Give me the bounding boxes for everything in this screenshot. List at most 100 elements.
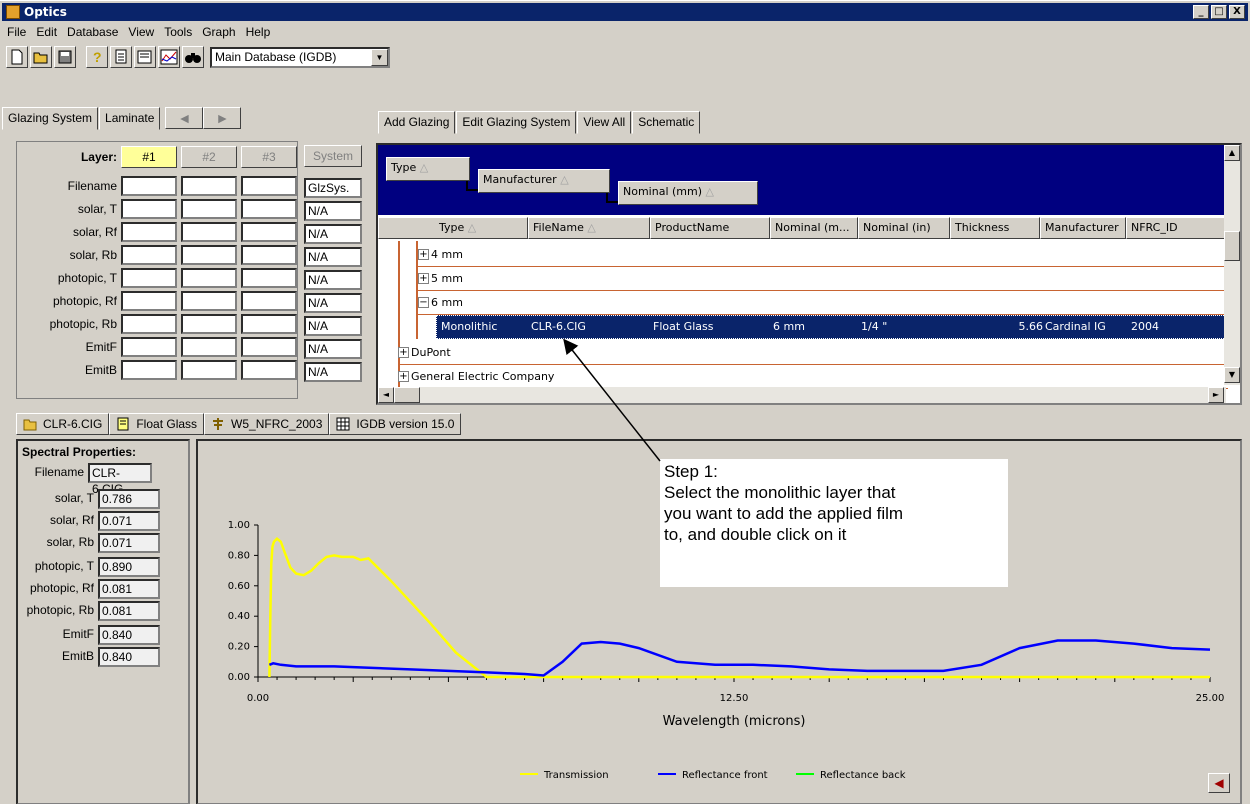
chevron-down-icon[interactable]: ▼ — [371, 48, 388, 66]
layer-panel: Layer: #1 #2 #3 Filename solar, T solar,… — [16, 141, 298, 399]
layer-cell[interactable] — [181, 268, 237, 288]
layer-cell[interactable] — [241, 245, 297, 265]
scroll-thumb[interactable] — [1224, 231, 1240, 261]
col-nominal-mm[interactable]: Nominal (m... — [770, 217, 858, 239]
layer-cell[interactable] — [181, 222, 237, 242]
group-row-5mm[interactable]: +5 mm — [418, 267, 1228, 291]
group-nominal-mm[interactable]: Nominal (mm) △ — [618, 181, 758, 205]
close-button[interactable]: X — [1229, 5, 1245, 19]
layer-1-button[interactable]: #1 — [121, 146, 177, 168]
menu-graph[interactable]: Graph — [197, 25, 240, 39]
scroll-up-icon[interactable]: ▲ — [1224, 145, 1240, 161]
status-file[interactable]: CLR-6.CIG — [16, 413, 110, 435]
group-row-6mm[interactable]: −6 mm — [418, 291, 1228, 315]
back-arrow-button[interactable]: ◀ — [1208, 773, 1230, 793]
minimize-button[interactable]: _ — [1193, 5, 1209, 19]
report-button[interactable] — [110, 46, 132, 68]
col-nfrc-id[interactable]: NFRC_ID — [1126, 217, 1226, 239]
table-row-selected[interactable]: Monolithic CLR-6.CIG Float Glass 6 mm 1/… — [436, 315, 1228, 339]
layer-cell[interactable] — [181, 176, 237, 196]
layer-2-button[interactable]: #2 — [181, 146, 237, 168]
col-manufacturer[interactable]: Manufacturer — [1040, 217, 1126, 239]
expand-icon[interactable]: + — [418, 249, 429, 260]
tab-glazing-system[interactable]: Glazing System — [2, 107, 99, 130]
layer-cell[interactable] — [121, 245, 177, 265]
layer-cell[interactable] — [241, 314, 297, 334]
layer-cell[interactable] — [121, 199, 177, 219]
next-layer-button[interactable]: ► — [203, 107, 242, 129]
menu-bar: File Edit Database View Tools Graph Help — [2, 22, 275, 42]
tab-schematic[interactable]: Schematic — [632, 111, 701, 134]
layer-cell[interactable] — [181, 291, 237, 311]
layer-cell[interactable] — [121, 291, 177, 311]
layer-cell[interactable] — [181, 245, 237, 265]
tab-edit-glazing-system[interactable]: Edit Glazing System — [456, 111, 577, 134]
layer-cell[interactable] — [181, 314, 237, 334]
layer-cell[interactable] — [121, 222, 177, 242]
menu-tools[interactable]: Tools — [159, 25, 197, 39]
tab-view-all[interactable]: View All — [577, 111, 632, 134]
manufacturer-row-ge[interactable]: + General Electric Company — [398, 365, 1228, 389]
menu-file[interactable]: File — [2, 25, 31, 39]
open-file-button[interactable] — [30, 46, 52, 68]
horizontal-scrollbar[interactable]: ◄ ► — [378, 387, 1226, 403]
hscroll-thumb[interactable] — [394, 387, 420, 403]
layer-cell[interactable] — [121, 314, 177, 334]
scroll-right-icon[interactable]: ► — [1208, 387, 1224, 403]
help-button[interactable]: ? — [86, 46, 108, 68]
layer-cell[interactable] — [121, 360, 177, 380]
group-manufacturer[interactable]: Manufacturer △ — [478, 169, 610, 193]
system-button[interactable]: System — [304, 145, 362, 167]
group-type[interactable]: Type △ — [386, 157, 470, 181]
find-button[interactable] — [182, 46, 204, 68]
expand-icon[interactable]: + — [398, 371, 409, 382]
layer-cell[interactable] — [241, 199, 297, 219]
layer-cell[interactable] — [181, 199, 237, 219]
status-igdb[interactable]: IGDB version 15.0 — [329, 413, 462, 435]
collapse-icon[interactable]: − — [418, 297, 429, 308]
col-thickness[interactable]: Thickness — [950, 217, 1040, 239]
help-icon: ? — [93, 49, 102, 65]
col-filename[interactable]: FileName △ — [528, 217, 650, 239]
col-nominal-in[interactable]: Nominal (in) — [858, 217, 950, 239]
previous-layer-button[interactable]: ◄ — [165, 107, 204, 129]
layer-3-button[interactable]: #3 — [241, 146, 297, 168]
layer-cell[interactable] — [181, 360, 237, 380]
group-row-4mm[interactable]: +4 mm — [418, 243, 1228, 267]
layer-cell[interactable] — [181, 337, 237, 357]
group-by-area: Type △ Manufacturer △ Nominal (mm) △ — [378, 145, 1240, 215]
expand-icon[interactable]: + — [418, 273, 429, 284]
layer-cell[interactable] — [121, 337, 177, 357]
graph-button[interactable] — [158, 46, 180, 68]
status-product[interactable]: Float Glass — [109, 413, 205, 435]
layer-cell[interactable] — [241, 360, 297, 380]
col-type[interactable]: Type △ — [378, 217, 528, 239]
new-file-button[interactable] — [6, 46, 28, 68]
database-select[interactable]: Main Database (IGDB) ▼ — [210, 46, 390, 68]
status-standard[interactable]: W5_NFRC_2003 — [204, 413, 330, 435]
expand-icon[interactable]: + — [398, 347, 409, 358]
tab-add-glazing[interactable]: Add Glazing — [378, 111, 456, 134]
system-solar-t: N/A — [304, 201, 362, 221]
layer-cell[interactable] — [241, 176, 297, 196]
menu-view[interactable]: View — [123, 25, 159, 39]
layer-header-label: Layer: — [80, 150, 117, 164]
menu-help[interactable]: Help — [241, 25, 276, 39]
vertical-scrollbar[interactable]: ▲ ▼ — [1224, 145, 1240, 385]
layer-cell[interactable] — [241, 222, 297, 242]
menu-edit[interactable]: Edit — [31, 25, 62, 39]
layer-cell[interactable] — [121, 176, 177, 196]
col-productname[interactable]: ProductName — [650, 217, 770, 239]
layer-cell[interactable] — [241, 268, 297, 288]
layer-cell[interactable] — [241, 291, 297, 311]
maximize-button[interactable]: □ — [1211, 5, 1227, 19]
menu-database[interactable]: Database — [62, 25, 123, 39]
save-button[interactable] — [54, 46, 76, 68]
manufacturer-row-dupont[interactable]: + DuPont — [398, 341, 1228, 365]
layer-cell[interactable] — [241, 337, 297, 357]
notes-button[interactable] — [134, 46, 156, 68]
layer-cell[interactable] — [121, 268, 177, 288]
scroll-left-icon[interactable]: ◄ — [378, 387, 394, 403]
scroll-down-icon[interactable]: ▼ — [1224, 367, 1240, 383]
tab-laminate[interactable]: Laminate — [99, 107, 161, 130]
